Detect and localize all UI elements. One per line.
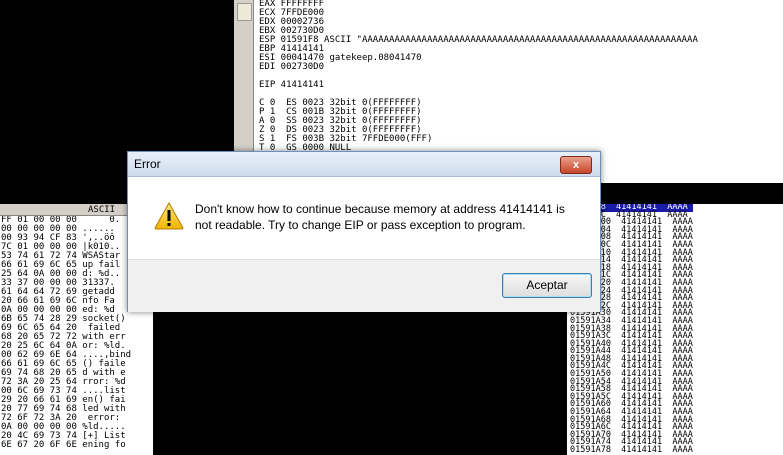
dialog-title: Error <box>134 157 161 171</box>
hex-dump-rows: FF 01 00 00 00 0. 00 00 00 00 00 ...... 00… <box>1 216 131 450</box>
accept-button[interactable]: Aceptar <box>502 273 592 298</box>
register-row[interactable]: ESI 00041470 gatekeep.08041470 <box>259 54 698 63</box>
register-row[interactable]: EIP 41414141 <box>259 81 698 90</box>
dialog-message: Don't know how to continue because memor… <box>195 202 565 232</box>
stack-row[interactable]: 01591A78 41414141 AAAA <box>570 446 693 455</box>
register-row[interactable]: ESP 01591F8 ASCII "AAAAAAAAAAAAAAAAAAAAA… <box>259 36 698 45</box>
ascii-column-header: ASCII <box>88 205 116 215</box>
register-row[interactable]: EDX 00002736 <box>259 18 698 27</box>
dialog-titlebar[interactable]: Error x <box>128 152 600 177</box>
register-row[interactable]: EDI 002730D0 <box>259 63 698 72</box>
register-row[interactable]: EAX FFFFFFFF <box>259 0 698 9</box>
hex-row[interactable]: 6E 67 20 6F 6E ening fo <box>1 441 131 450</box>
warning-icon <box>154 202 184 230</box>
dialog-body: Don't know how to continue because memor… <box>128 177 600 259</box>
dialog-footer: Aceptar <box>128 259 600 312</box>
register-row[interactable] <box>259 72 698 81</box>
close-button[interactable]: x <box>560 156 592 174</box>
register-list: EAX FFFFFFFF ECX 7FFDE000 EDX 00002736 EBX … <box>259 0 698 162</box>
register-row[interactable]: ECX 7FFDE000 <box>259 9 698 18</box>
error-dialog: Error x Don't know how to continue becau… <box>127 151 601 312</box>
scrollbar-thumb[interactable] <box>237 3 252 21</box>
